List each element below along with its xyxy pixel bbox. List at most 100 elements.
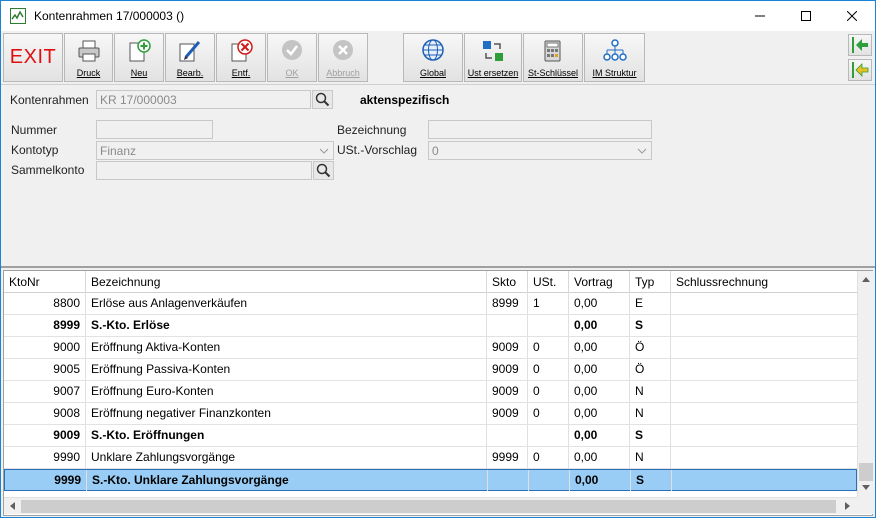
exit-button[interactable]: EXIT	[3, 33, 63, 82]
cell-typ: S	[631, 470, 672, 491]
cell-ktonr: 9005	[4, 359, 86, 380]
cell-typ: S	[630, 425, 671, 446]
sammelkonto-search-button[interactable]	[313, 161, 334, 180]
delete-button[interactable]: Entf.	[216, 33, 266, 82]
splitter[interactable]	[1, 266, 875, 268]
horizontal-scrollbar[interactable]	[4, 497, 857, 514]
nav-back-yellow-button[interactable]	[848, 59, 872, 81]
delete-icon	[231, 39, 253, 62]
column-header-ktonr[interactable]: KtoNr	[4, 271, 86, 293]
cell-typ: N	[630, 447, 671, 468]
cell-schlussrechnung	[671, 447, 857, 468]
globe-icon	[422, 39, 444, 61]
check-icon	[282, 40, 302, 60]
table-row[interactable]: 9005 Eröffnung Passiva-Konten 9009 0 0,00 Ö	[4, 359, 857, 381]
ust-value: 0	[432, 144, 439, 158]
chevron-down-icon	[637, 148, 647, 154]
bezeichnung-field[interactable]	[428, 120, 652, 139]
column-header-vortrag[interactable]: Vortrag	[569, 271, 630, 293]
cell-ktonr: 8999	[4, 315, 86, 336]
column-header-typ[interactable]: Typ	[630, 271, 671, 293]
application-window: Kontenrahmen 17/000003 () EXIT Druck Neu…	[0, 0, 876, 518]
cell-ust: 0	[528, 403, 569, 424]
close-button[interactable]	[829, 1, 875, 31]
minimize-button[interactable]	[737, 1, 783, 31]
new-label: Neu	[130, 68, 148, 78]
table-row[interactable]: 9009 S.-Kto. Eröffnungen 0,00 S	[4, 425, 857, 447]
print-button[interactable]: Druck	[64, 33, 113, 82]
cell-bezeichnung: Eröffnung Passiva-Konten	[86, 359, 487, 380]
scroll-up-icon	[862, 277, 870, 282]
im-structure-button[interactable]: IM Struktur	[584, 33, 645, 82]
cell-ktonr: 9000	[4, 337, 86, 358]
nummer-field[interactable]	[96, 120, 213, 139]
cell-vortrag: 0,00	[569, 293, 630, 314]
table-row[interactable]: 8999 S.-Kto. Erlöse 0,00 S	[4, 315, 857, 337]
cell-ktonr: 8800	[4, 293, 86, 314]
new-button[interactable]: Neu	[114, 33, 164, 82]
cell-schlussrechnung	[672, 470, 858, 491]
cell-ust: 0	[528, 447, 569, 468]
cell-ust	[528, 315, 569, 336]
cancel-button[interactable]: Abbruch	[318, 33, 368, 82]
tax-key-button[interactable]: St-Schlüssel	[523, 33, 583, 82]
cell-typ: E	[630, 293, 671, 314]
cell-ust	[528, 425, 569, 446]
ust-label: USt.-Vorschlag	[337, 143, 418, 157]
table-row[interactable]: 9007 Eröffnung Euro-Konten 9009 0 0,00 N	[4, 381, 857, 403]
cell-ust: 1	[528, 293, 569, 314]
cell-ust: 0	[528, 337, 569, 358]
column-header-ust[interactable]: USt.	[528, 271, 569, 293]
cell-bezeichnung: Erlöse aus Anlagenverkäufen	[86, 293, 487, 314]
arrow-left-green-icon	[852, 37, 868, 53]
replace-icon	[483, 41, 503, 61]
ust-replace-button[interactable]: Ust ersetzen	[464, 33, 522, 82]
table-row[interactable]: 9990 Unklare Zahlungsvorgänge 9999 0 0,00 N	[4, 447, 857, 469]
search-icon	[315, 92, 330, 107]
column-header-skto[interactable]: Skto	[487, 271, 528, 293]
cell-vortrag: 0,00	[569, 337, 630, 358]
grid-header: KtoNr Bezeichnung Skto USt. Vortrag Typ …	[4, 271, 857, 293]
ust-dropdown[interactable]: 0	[428, 141, 652, 160]
ok-button[interactable]: OK	[267, 33, 317, 82]
cell-bezeichnung: S.-Kto. Unklare Zahlungsvorgänge	[87, 470, 488, 491]
scroll-left-icon	[10, 502, 15, 510]
kontotyp-value: Finanz	[100, 144, 137, 158]
arrow-left-yellow-icon	[852, 62, 869, 78]
cell-bezeichnung: S.-Kto. Eröffnungen	[86, 425, 487, 446]
nav-back-green-button[interactable]	[848, 34, 872, 56]
maximize-button[interactable]	[783, 1, 829, 31]
table-row[interactable]: 9999 S.-Kto. Unklare Zahlungsvorgänge 0,00…	[4, 469, 857, 491]
cell-bezeichnung: Eröffnung negativer Finanzkonten	[86, 403, 487, 424]
cell-bezeichnung: Unklare Zahlungsvorgänge	[86, 447, 487, 468]
cell-bezeichnung: Eröffnung Aktiva-Konten	[86, 337, 487, 358]
kontotyp-dropdown[interactable]: Finanz	[96, 141, 334, 160]
global-button[interactable]: Global	[403, 33, 463, 82]
horizontal-scroll-thumb[interactable]	[21, 500, 836, 513]
cell-ust	[529, 470, 570, 491]
kontenrahmen-label: Kontenrahmen	[10, 93, 89, 107]
cell-skto: 9009	[487, 403, 528, 424]
kontotyp-label: Kontotyp	[11, 143, 59, 157]
vertical-scrollbar[interactable]	[857, 271, 873, 497]
cell-bezeichnung: Eröffnung Euro-Konten	[86, 381, 487, 402]
toolbar: EXIT Druck Neu Bearb. Entf. OK Abbruch G…	[1, 31, 875, 85]
vertical-scroll-thumb[interactable]	[859, 463, 873, 481]
cell-vortrag: 0,00	[569, 315, 630, 336]
column-header-bezeichnung[interactable]: Bezeichnung	[86, 271, 487, 293]
delete-label: Entf.	[231, 68, 251, 78]
hierarchy-icon	[602, 39, 627, 61]
kontenrahmen-search-button[interactable]	[312, 90, 333, 109]
column-header-schlussrechnung[interactable]: Schlussrechnung	[671, 271, 857, 293]
edit-button[interactable]: Bearb.	[165, 33, 215, 82]
cell-ktonr: 9009	[4, 425, 86, 446]
table-row[interactable]: 9000 Eröffnung Aktiva-Konten 9009 0 0,00 Ö	[4, 337, 857, 359]
scope-label: aktenspezifisch	[360, 93, 450, 107]
edit-pencil-icon	[179, 41, 201, 62]
cell-schlussrechnung	[671, 337, 857, 358]
table-row[interactable]: 8800 Erlöse aus Anlagenverkäufen 8999 1 0,00…	[4, 293, 857, 315]
sammelkonto-field[interactable]	[96, 161, 312, 180]
table-row[interactable]: 9008 Eröffnung negativer Finanzkonten 9009…	[4, 403, 857, 425]
kontenrahmen-field[interactable]: KR 17/000003	[96, 90, 311, 109]
printer-icon	[78, 40, 99, 62]
